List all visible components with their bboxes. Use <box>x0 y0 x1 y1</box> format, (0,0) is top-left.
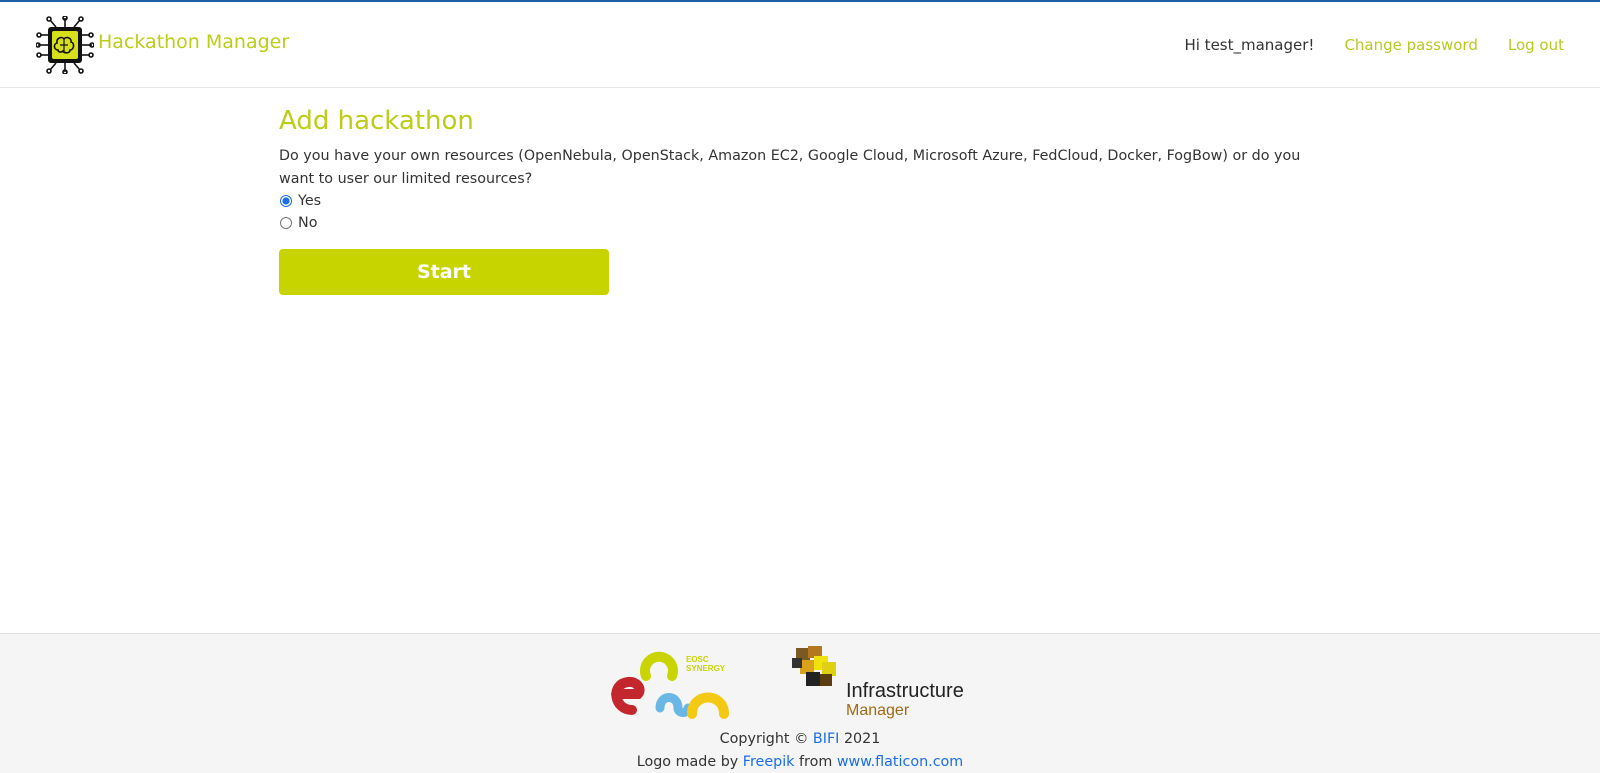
copyright-block: Copyright © BIFI 2021 Logo made by Freep… <box>0 728 1600 773</box>
option-no-label: No <box>298 215 318 231</box>
logo-credit-prefix: Logo made by <box>636 753 739 770</box>
partner-logos: EOSC SYNERGY Infrastructure Manager <box>604 644 994 724</box>
copyright-line: Copyright © BIFI 2021 <box>0 728 1600 751</box>
change-password-link[interactable]: Change password <box>1344 36 1477 54</box>
logo-credit-line: Logo made by Freepik from www.flaticon.c… <box>0 751 1600 773</box>
im-logo-title: Infrastructure <box>846 680 964 702</box>
infrastructure-manager-logo: Infrastructure Manager <box>792 644 992 722</box>
navbar: Hackathon Manager Hi test_manager! Chang… <box>0 2 1600 88</box>
radio-no[interactable] <box>280 217 292 229</box>
brand-link[interactable]: Hackathon Manager <box>36 16 289 74</box>
flaticon-link[interactable]: www.flaticon.com <box>837 754 963 770</box>
bifi-link[interactable]: BIFI <box>813 731 839 747</box>
synergy-logo-text: SYNERGY <box>686 664 726 673</box>
radio-yes[interactable] <box>280 195 292 207</box>
logo-credit-from: from <box>799 753 833 770</box>
add-hackathon-form: Add hackathon Do you have your own resou… <box>279 104 1324 295</box>
brand-title: Hackathon Manager <box>98 31 290 53</box>
option-no[interactable]: No <box>279 212 1324 234</box>
option-yes[interactable]: Yes <box>279 190 1324 212</box>
user-greeting: Hi test_manager! <box>1184 36 1315 54</box>
page-title: Add hackathon <box>279 106 474 136</box>
resources-question: Do you have your own resources (OpenNebu… <box>279 148 1301 187</box>
copyright-prefix: Copyright © <box>719 731 809 747</box>
chip-brain-icon <box>36 16 94 74</box>
eosc-synergy-logo: EOSC SYNERGY <box>611 651 729 719</box>
start-button[interactable]: Start <box>279 249 609 295</box>
footer: EOSC SYNERGY Infrastructure Manager Copy… <box>0 633 1600 773</box>
im-logo-subtitle: Manager <box>846 702 910 719</box>
freepik-link[interactable]: Freepik <box>743 754 795 770</box>
option-yes-label: Yes <box>298 193 322 209</box>
eosc-logo-text: EOSC <box>686 655 709 664</box>
copyright-year: 2021 <box>843 731 881 747</box>
log-out-link[interactable]: Log out <box>1508 36 1564 54</box>
user-nav: Hi test_manager! Change password Log out <box>1184 36 1564 54</box>
